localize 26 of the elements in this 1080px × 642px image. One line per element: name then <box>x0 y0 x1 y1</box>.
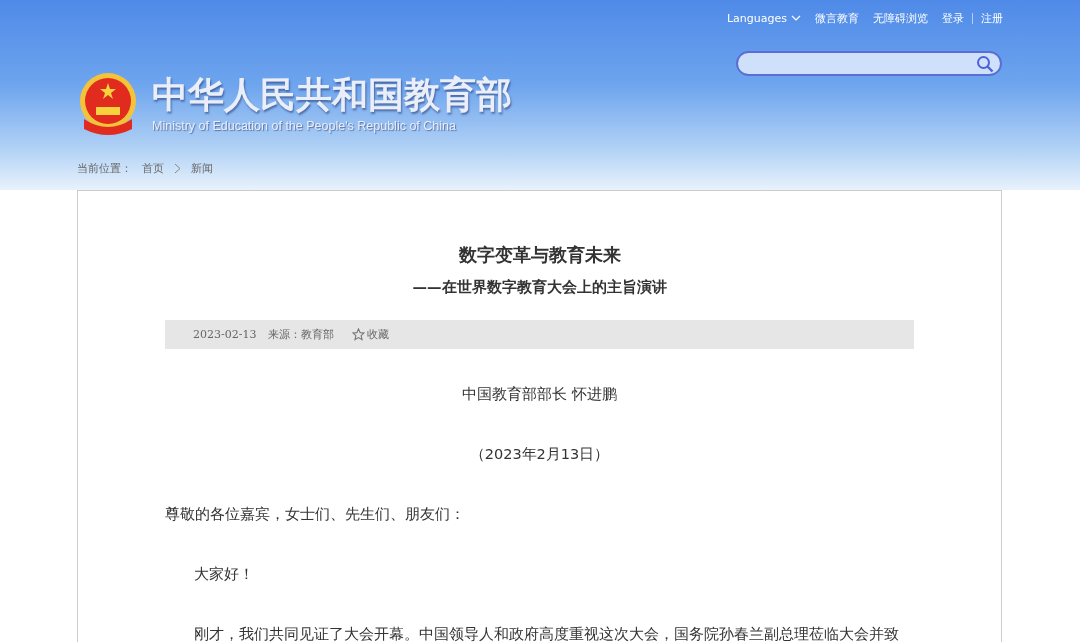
chevron-icon <box>791 15 801 21</box>
article-paragraph: 大家好！ <box>193 565 255 584</box>
article-paragraph: 尊敬的各位嘉宾，女士们、先生们、朋友们： <box>165 505 466 524</box>
article-title: 数字变革与教育未来 <box>457 243 622 267</box>
article-paragraph: （2023年2月13日） <box>468 445 611 464</box>
source-label: 来源：教育部 <box>268 327 335 342</box>
article-paragraph: 中国教育部部长 怀进鹏 <box>461 385 618 404</box>
chevron-right-icon <box>174 163 181 174</box>
nav-link[interactable]: 注册 <box>981 10 1003 26</box>
article-subtitle: ——在世界数字教育大会上的主旨演讲 <box>411 278 668 297</box>
national-emblem-icon <box>78 71 138 137</box>
nav-link[interactable]: 无障碍浏览 <box>873 10 928 26</box>
article-paragraph: 刚才，我们共同见证了大会开幕。中国领导人和政府高度重视这次大会，国务院孙春兰副总理莅临大会并致 <box>193 625 900 642</box>
breadcrumb-label: 当前位置： <box>77 161 132 176</box>
breadcrumb-link[interactable]: 首页 <box>142 161 164 176</box>
search-icon <box>976 54 994 73</box>
nav-link[interactable]: 微言教育 <box>815 10 859 26</box>
star-icon <box>352 328 366 341</box>
publish-date: 2023-02-13 <box>193 328 257 341</box>
breadcrumb-link[interactable]: 新闻 <box>191 161 213 176</box>
site-title: 中华人民共和国教育部 <box>152 75 512 115</box>
languages-dropdown[interactable]: Languages <box>726 11 801 25</box>
nav-link[interactable]: 登录 <box>942 10 964 26</box>
site-subtitle: Ministry of Education of the People's Republic of China <box>152 119 457 133</box>
search-field[interactable] <box>736 51 1002 76</box>
favorite-link[interactable]: 收藏 <box>352 327 390 342</box>
